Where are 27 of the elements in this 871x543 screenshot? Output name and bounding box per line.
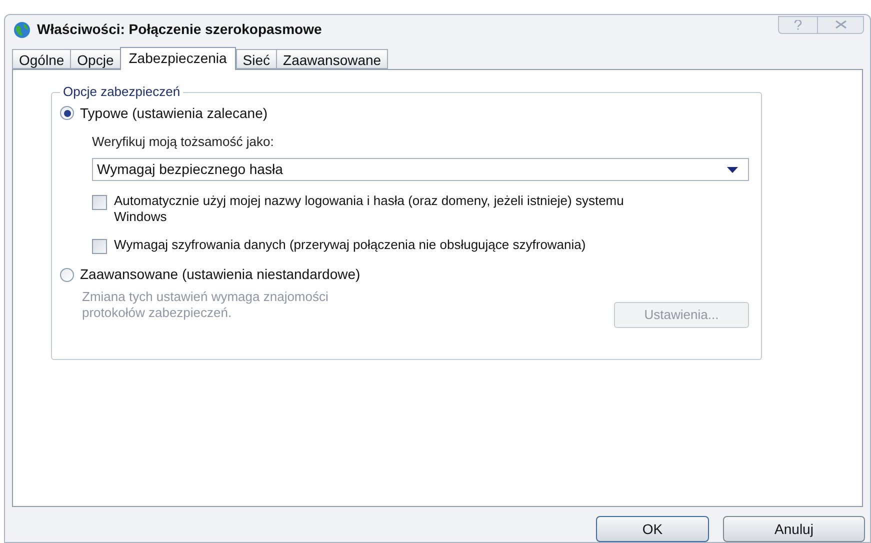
help-icon	[794, 20, 802, 30]
radio-label: Zaawansowane (ustawienia niestandardowe)	[80, 265, 360, 284]
checkbox[interactable]	[92, 195, 107, 210]
dialog-button[interactable]: OK	[596, 516, 709, 542]
globe-icon	[13, 20, 31, 39]
group-title: Opcje zabezpieczeń	[60, 84, 184, 100]
tab[interactable]: Opcje	[70, 48, 121, 69]
description-text: Zmiana tych ustawień wymaga znajomości protokołów zabezpieczeń.	[82, 289, 330, 322]
field-label: Weryfikuj moją tożsamość jako:	[92, 132, 275, 151]
help-button[interactable]	[778, 16, 818, 34]
checkbox[interactable]	[92, 239, 107, 254]
tab[interactable]: Ogólne	[12, 48, 72, 69]
checkbox-label: Automatycznie użyj mojej nazwy logowania i hasła (oraz domeny, jeżeli istnieje) systemu Windows	[114, 193, 625, 226]
checkbox-label: Wymagaj szyfrowania danych (przerywaj połączenia nie obsługujące szyfrowania)	[114, 237, 586, 254]
tab[interactable]: Sieć	[236, 48, 278, 69]
radio-button[interactable]	[60, 268, 74, 282]
dropdown[interactable]: Wymagaj bezpiecznego hasła	[92, 158, 749, 182]
radio-button[interactable]	[60, 106, 74, 120]
radio-label: Typowe (ustawienia zalecane)	[80, 104, 268, 123]
close-button[interactable]	[818, 16, 864, 34]
window-title: Właściwości: Połączenie szerokopasmowe	[37, 20, 322, 40]
dropdown-value: Wymagaj bezpiecznego hasła	[97, 160, 283, 180]
tab[interactable]: Zabezpieczenia	[120, 46, 236, 70]
dialog-button[interactable]: Anuluj	[723, 516, 865, 542]
caret-icon	[727, 166, 738, 173]
close-icon	[834, 20, 846, 30]
tab[interactable]: Zaawansowane	[276, 48, 388, 69]
